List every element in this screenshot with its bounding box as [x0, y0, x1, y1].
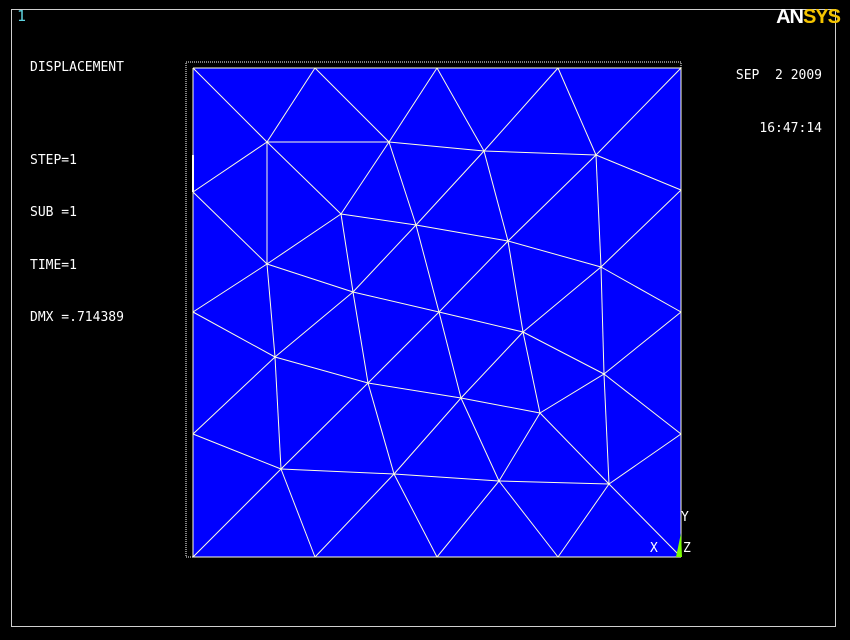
triad-z-label: Z: [683, 541, 691, 556]
triad-y-label: Y: [681, 510, 689, 525]
fe-mesh-viewport[interactable]: [0, 0, 850, 640]
triad-x-label: X: [650, 541, 658, 556]
